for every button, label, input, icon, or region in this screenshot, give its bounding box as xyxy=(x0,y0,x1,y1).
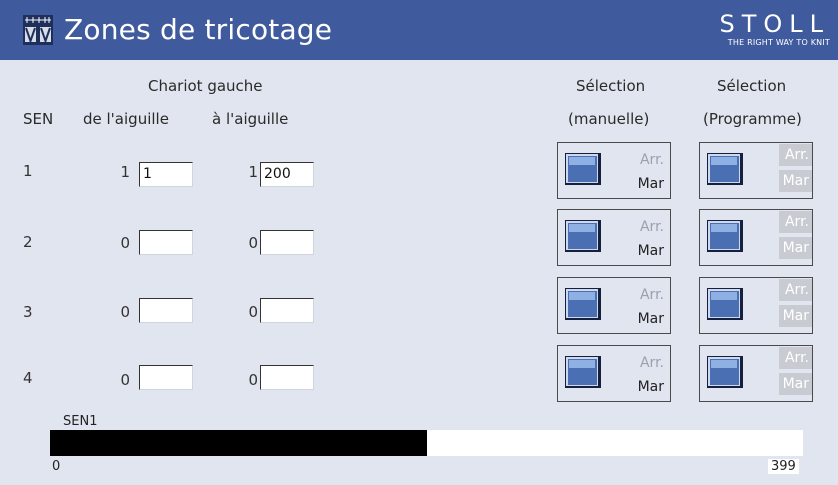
program-selection-box: Arr. Mar xyxy=(699,345,813,402)
from-needle-number: 0 xyxy=(120,303,130,321)
header-selection-manual-sub: (manuelle) xyxy=(568,110,650,128)
title-bar: Zones de tricotage STOLL THE RIGHT WAY T… xyxy=(0,0,838,60)
to-needle-input[interactable]: 200 xyxy=(260,162,314,187)
program-on-option: Mar xyxy=(779,305,812,327)
from-needle-input[interactable] xyxy=(139,230,193,255)
to-needle-number: 0 xyxy=(248,303,258,321)
row-sen-label: 1 xyxy=(23,162,33,180)
program-on-option: Mar xyxy=(779,170,812,192)
manual-selection-box: Arr. Mar xyxy=(557,142,671,199)
row-sen-label: 2 xyxy=(23,233,33,251)
manual-off-option[interactable]: Arr. xyxy=(624,152,664,168)
from-needle-input[interactable] xyxy=(139,365,193,390)
to-needle-input[interactable] xyxy=(260,365,314,390)
manual-off-option[interactable]: Arr. xyxy=(624,219,664,235)
program-selection-toggle[interactable] xyxy=(707,356,743,388)
row-sen-label: 3 xyxy=(23,303,33,321)
page-title: Zones de tricotage xyxy=(64,13,333,46)
manual-on-option[interactable]: Mar xyxy=(624,176,664,192)
manual-off-option[interactable]: Arr. xyxy=(624,355,664,371)
header-from-needle: de l'aiguille xyxy=(83,110,169,128)
sen1-range-fill xyxy=(50,430,428,456)
manual-selection-box: Arr. Mar xyxy=(557,209,671,266)
program-off-option: Arr. xyxy=(779,211,812,233)
to-needle-number: 0 xyxy=(248,234,258,252)
manual-off-option[interactable]: Arr. xyxy=(624,287,664,303)
to-needle-input[interactable] xyxy=(260,230,314,255)
sen1-range-bar xyxy=(50,430,803,456)
stoll-logo: STOLL THE RIGHT WAY TO KNIT xyxy=(719,10,830,48)
from-needle-input[interactable] xyxy=(139,298,193,323)
program-selection-toggle[interactable] xyxy=(707,153,743,185)
from-needle-number: 0 xyxy=(120,371,130,389)
program-selection-box: Arr. Mar xyxy=(699,277,813,334)
from-needle-number: 1 xyxy=(120,163,130,181)
header-selection-program: Sélection xyxy=(717,77,787,95)
manual-selection-toggle[interactable] xyxy=(565,356,601,388)
program-on-option: Mar xyxy=(779,237,812,259)
header-chariot-gauche: Chariot gauche xyxy=(148,77,263,95)
from-needle-input[interactable]: 1 xyxy=(139,162,193,187)
manual-selection-toggle[interactable] xyxy=(565,288,601,320)
to-needle-number: 1 xyxy=(248,163,258,181)
program-selection-box: Arr. Mar xyxy=(699,209,813,266)
manual-on-option[interactable]: Mar xyxy=(624,379,664,395)
program-off-option: Arr. xyxy=(779,347,812,369)
brand-name: STOLL xyxy=(719,10,830,38)
manual-selection-toggle[interactable] xyxy=(565,220,601,252)
knitting-zones-icon xyxy=(23,15,53,45)
from-needle-number: 0 xyxy=(120,234,130,252)
header-sen: SEN xyxy=(23,110,54,128)
program-selection-box: Arr. Mar xyxy=(699,142,813,199)
bar-max-label: 399 xyxy=(768,459,799,474)
manual-selection-box: Arr. Mar xyxy=(557,277,671,334)
manual-selection-box: Arr. Mar xyxy=(557,345,671,402)
program-off-option: Arr. xyxy=(779,279,812,301)
manual-on-option[interactable]: Mar xyxy=(624,243,664,259)
sen1-bar-label: SEN1 xyxy=(63,414,98,429)
manual-on-option[interactable]: Mar xyxy=(624,311,664,327)
row-sen-label: 4 xyxy=(23,369,33,387)
brand-tagline: THE RIGHT WAY TO KNIT xyxy=(727,38,830,47)
program-on-option: Mar xyxy=(779,373,812,395)
to-needle-number: 0 xyxy=(248,371,258,389)
header-selection-program-sub: (Programme) xyxy=(703,110,802,128)
program-selection-toggle[interactable] xyxy=(707,288,743,320)
program-selection-toggle[interactable] xyxy=(707,220,743,252)
bar-min-label: 0 xyxy=(52,459,61,474)
program-off-option: Arr. xyxy=(779,144,812,166)
header-selection-manual: Sélection xyxy=(576,77,646,95)
to-needle-input[interactable] xyxy=(260,298,314,323)
header-to-needle: à l'aiguille xyxy=(212,110,289,128)
manual-selection-toggle[interactable] xyxy=(565,153,601,185)
